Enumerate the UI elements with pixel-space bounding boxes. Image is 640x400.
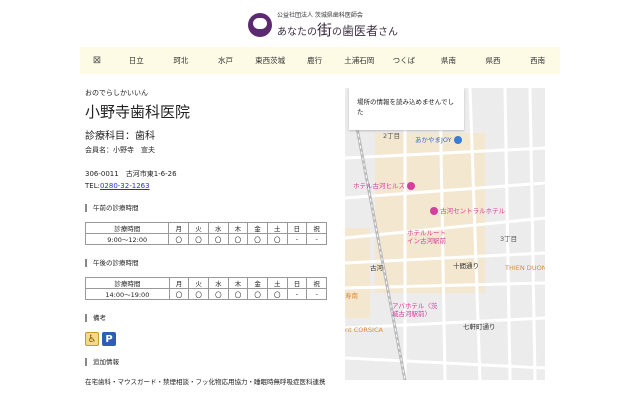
map-label: あかやまJOY — [415, 134, 462, 144]
cell: 木 — [227, 222, 249, 234]
map-label: THIEN DUON — [505, 264, 545, 272]
cell: 月 — [168, 222, 190, 234]
map-label: 古河 — [370, 264, 383, 272]
table-header-row: 診療時間月火水木金土日祝 — [84, 222, 327, 234]
map-label: 3丁目 — [500, 235, 518, 243]
remarks-title: 備考 — [85, 314, 335, 322]
address: 306-0011 古河市東1-6-26 — [85, 170, 177, 178]
site-header: 公益社団法人 茨城県歯科医師会 あなたの街の歯医者さん — [0, 0, 640, 46]
cell: 〇 — [266, 233, 288, 245]
afternoon-hours-table: 診療時間月火水木金土日祝 14:00〜19:00 〇〇〇〇〇〇 - - — [85, 277, 327, 300]
clinic-info: おのでらしかいいん 小野寺歯科医院 診療科目：歯科 会員名：小野寺 宣夫 306… — [84, 88, 335, 388]
morning-title: 午前の診療時間 — [85, 204, 335, 212]
map-label: ホテルルートイン古河駅前 — [407, 229, 446, 245]
site-title: あなたの街の歯医者さん — [277, 21, 399, 39]
site-logo[interactable]: 公益社団法人 茨城県歯科医師会 あなたの街の歯医者さん — [248, 10, 398, 40]
cell: 診療時間 — [85, 277, 170, 289]
logo-mark-icon — [248, 13, 272, 37]
parking-icon: P — [102, 332, 116, 346]
cell: - — [286, 233, 308, 245]
cell: 日 — [286, 222, 308, 234]
cell: 火 — [188, 222, 209, 234]
cell: 〇 — [247, 233, 268, 245]
cell: 〇 — [188, 233, 209, 245]
map-icon[interactable]: ⊠ — [80, 55, 114, 66]
nav-item-tsukuba[interactable]: つくば — [382, 55, 427, 66]
clinic-kana: おのでらしかいいん — [85, 89, 148, 97]
nav-item-tsuchiura-ishioka[interactable]: 土浦石岡 — [337, 55, 382, 66]
cell: 土 — [266, 222, 288, 234]
clinic-name: 小野寺歯科医院 — [85, 103, 191, 121]
nav-item-hitachi[interactable]: 日立 — [114, 55, 159, 66]
cell: 14:00〜19:00 — [85, 288, 170, 300]
cell: 〇 — [227, 288, 249, 300]
cell: - — [306, 233, 327, 245]
wheelchair-icon: ♿ — [85, 332, 99, 346]
table-row: 9:00〜12:00 〇〇〇〇〇〇 - - — [84, 233, 327, 245]
cell: 水 — [207, 222, 229, 234]
cell: 〇 — [208, 288, 229, 300]
cell: 木 — [227, 277, 249, 289]
nav-item-tozai-ibaraki[interactable]: 東西茨城 — [248, 55, 293, 66]
cell: 〇 — [227, 233, 249, 245]
afternoon-title: 午後の診療時間 — [85, 259, 335, 267]
org-name: 公益社団法人 茨城県歯科医師会 — [277, 12, 363, 19]
cell: 9:00〜12:00 — [84, 233, 170, 245]
cell: 火 — [188, 277, 209, 289]
map-label: nt CORSICA — [345, 326, 383, 334]
nav-item-mito[interactable]: 水戸 — [203, 55, 248, 66]
cell: 〇 — [266, 288, 288, 300]
cell: 〇 — [168, 233, 190, 245]
cell: 〇 — [207, 233, 229, 245]
cell: - — [286, 288, 308, 300]
cell: 日 — [286, 277, 308, 289]
map-error-message: 場所の情報を読み込めませんでした — [349, 88, 464, 130]
nav-item-rokko[interactable]: 鹿行 — [292, 55, 337, 66]
extra-title: 追加情報 — [85, 358, 335, 366]
tel-label: TEL: — [85, 182, 100, 190]
tel: TEL:0280-32-1263 — [85, 182, 335, 190]
cell: - — [306, 288, 327, 300]
map-label: ホテル古河ヒルズ — [353, 180, 416, 190]
map-label: 七軒町通り — [463, 323, 496, 331]
map-label: 十間通り — [453, 262, 479, 270]
map-label: 2丁目 — [383, 132, 401, 140]
map[interactable]: 場所の情報を読み込めませんでした あかやまJOY ホテル古河ヒルズ 古河セントラ… — [345, 88, 545, 380]
extra-info-text: 在宅歯科・マウスガード・禁煙相談・フッ化物応用協力・睡眠時無呼吸症医科連携 — [85, 378, 326, 386]
department: 診療科目：歯科 — [85, 131, 155, 142]
nav-item-seinan[interactable]: 西南 — [515, 55, 560, 66]
cell: 祝 — [306, 277, 327, 289]
cell: 祝 — [306, 222, 327, 234]
table-header-row: 診療時間月火水木金土日祝 — [85, 277, 327, 289]
map-label: 寿南 — [345, 292, 358, 300]
map-label: 古河セントラルホテル — [430, 205, 505, 215]
table-row: 14:00〜19:00 〇〇〇〇〇〇 - - — [85, 288, 327, 300]
tel-link[interactable]: 0280-32-1263 — [100, 182, 150, 190]
cell: 金 — [247, 277, 268, 289]
cell: 診療時間 — [84, 222, 170, 234]
cell: 〇 — [168, 288, 190, 300]
map-label: アパホテル〈茨城古河駅前〉 — [392, 302, 438, 318]
nav-item-kahoku[interactable]: 珂北 — [159, 55, 204, 66]
cell: 水 — [208, 277, 229, 289]
member-name: 会員名：小野寺 宣夫 — [85, 146, 155, 154]
nav-item-kennan[interactable]: 県南 — [426, 55, 471, 66]
cell: 〇 — [247, 288, 268, 300]
cell: 〇 — [188, 288, 209, 300]
cell: 土 — [266, 277, 288, 289]
region-nav: ⊠ 日立 珂北 水戸 東西茨城 鹿行 土浦石岡 つくば 県南 県西 西南 — [80, 47, 560, 74]
cell: 金 — [247, 222, 268, 234]
nav-item-kensei[interactable]: 県西 — [471, 55, 516, 66]
cell: 月 — [168, 277, 190, 289]
morning-hours-table: 診療時間月火水木金土日祝 9:00〜12:00 〇〇〇〇〇〇 - - — [84, 222, 327, 245]
